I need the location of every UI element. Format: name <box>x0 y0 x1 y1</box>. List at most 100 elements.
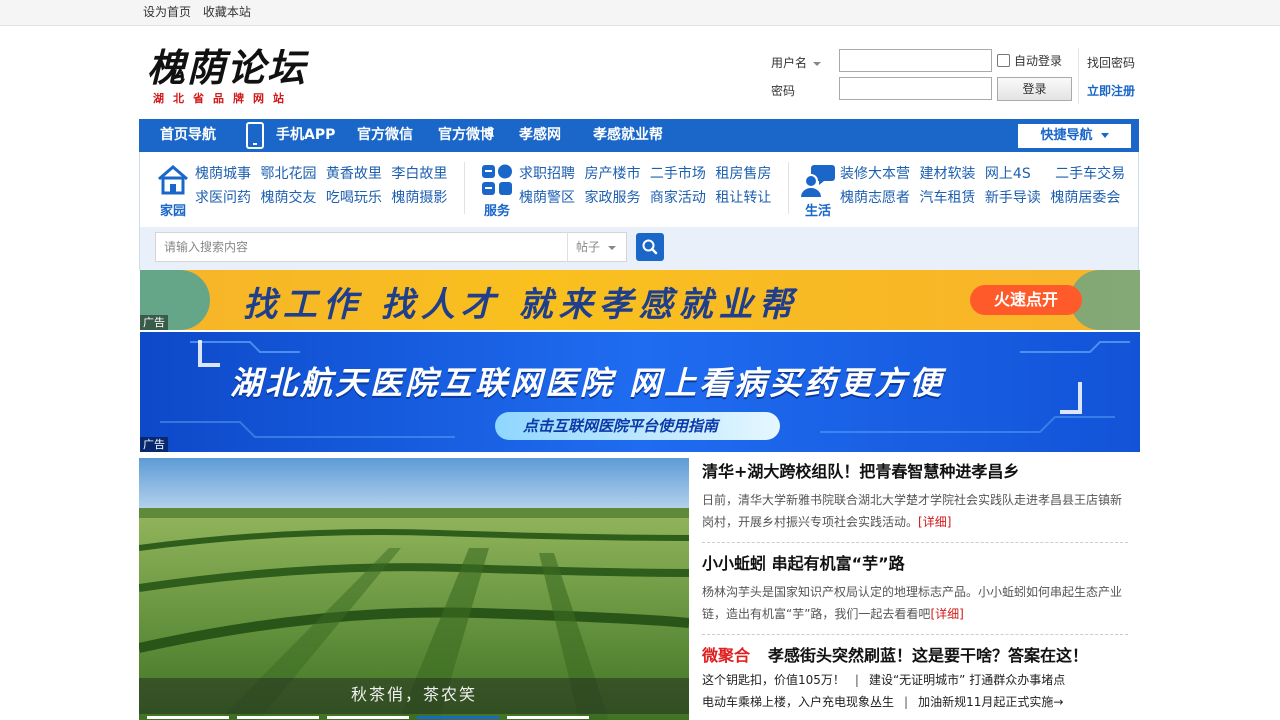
news-summary: 杨林沟芋头是国家知识产权局认定的地理标志产品。小小蚯蚓如何串起生态产业链，造出有… <box>702 581 1128 625</box>
nav-item-xiaogan[interactable]: 孝感网 <box>519 119 561 152</box>
category-link[interactable]: 二手车交易 <box>1055 166 1125 182</box>
news-link[interactable]: 建设“无证明城市” 打通群众办事堵点 <box>869 673 1065 687</box>
news-more-link[interactable]: [详细] <box>918 515 951 529</box>
top-bar: 设为首页 收藏本站 <box>0 0 1280 26</box>
quick-nav-dropdown[interactable]: 快捷导航 <box>1018 124 1131 148</box>
auto-login-checkbox[interactable]: 自动登录 <box>997 52 1062 69</box>
category-group-services: 服务 求职招聘 房产楼市 二手市场 租房售房 槐荫警区 家政服务 商家活动 租让… <box>479 158 779 220</box>
news-summary: 日前，清华大学新雅书院联合湖北大学楚才学院社会实践队走进孝昌县王店镇新岗村，开展… <box>702 489 1128 533</box>
header: 槐荫论坛 湖北省品牌网站 用户名 密码 自动登录 登录 找回密码 立即注册 <box>139 26 1139 119</box>
auto-login-label: 自动登录 <box>1014 54 1063 68</box>
category-link[interactable]: 汽车租赁 <box>919 190 975 206</box>
slideshow-caption: 秋茶俏，茶农笑 <box>139 678 689 714</box>
content-area: 秋茶俏，茶农笑 清华+湖大跨校组队！把青春智慧种进孝昌乡 日前，清华大学新雅书院… <box>139 458 1139 720</box>
username-label[interactable]: 用户名 <box>771 54 822 71</box>
grid-apps-icon[interactable]: 服务 <box>479 162 515 219</box>
category-link[interactable]: 求医问药 <box>195 190 251 206</box>
slideshow[interactable]: 秋茶俏，茶农笑 <box>139 458 689 720</box>
category-link[interactable]: 槐荫摄影 <box>391 190 447 206</box>
news-summary-text: 杨林沟芋头是国家知识产权局认定的地理标志产品。小小蚯蚓如何串起生态产业链，造出有… <box>702 585 1123 621</box>
ad-label: 广告 <box>140 437 168 452</box>
ad-cta-button[interactable]: 点击互联网医院平台使用指南 <box>495 412 780 440</box>
ad-label: 广告 <box>140 315 168 330</box>
slide-indicator[interactable] <box>237 716 319 719</box>
slide-indicator[interactable] <box>507 716 589 719</box>
register-link[interactable]: 立即注册 <box>1087 82 1135 99</box>
category-link[interactable]: 装修大本营 <box>840 166 910 182</box>
divider <box>702 634 1128 635</box>
news-headline[interactable]: 清华+湖大跨校组队！把青春智慧种进孝昌乡 <box>702 459 1128 485</box>
people-chat-icon[interactable]: 生活 <box>800 162 836 219</box>
nav-item-app[interactable]: 手机APP <box>276 119 335 152</box>
category-link[interactable]: 商家活动 <box>650 190 706 206</box>
news-link[interactable]: 这个钥匙扣，价值105万！ <box>702 673 845 687</box>
weijuhe-label[interactable]: 微聚合 <box>702 646 750 665</box>
ad-headline: 找工作 找人才 就来孝感就业帮 <box>243 285 799 325</box>
search-bar: 请输入搜索内容 帖子 <box>139 227 1139 270</box>
weijuhe-title[interactable]: 孝感街头突然刷蓝！这是要干啥？答案在这！ <box>768 646 1088 665</box>
category-link[interactable]: 房产楼市 <box>584 166 640 182</box>
weijuhe-headline: 微聚合 孝感街头突然刷蓝！这是要干啥？答案在这！ <box>702 643 1128 669</box>
set-home-link[interactable]: 设为首页 <box>143 5 191 19</box>
search-scope-label: 帖子 <box>576 240 601 254</box>
search-scope-select[interactable]: 帖子 <box>567 232 627 262</box>
slide-indicator[interactable] <box>327 716 409 719</box>
category-group-home: 家园 槐荫城事 鄂北花园 黄香故里 李白故里 求医问药 槐荫交友 吃喝玩乐 槐荫… <box>155 158 455 220</box>
nav-item-jobs[interactable]: 孝感就业帮 <box>593 119 663 152</box>
nav-item-home[interactable]: 首页导航 <box>160 119 216 152</box>
search-input[interactable]: 请输入搜索内容 <box>155 232 568 262</box>
slide-indicator[interactable] <box>417 716 499 719</box>
chevron-down-icon <box>608 245 617 250</box>
password-input[interactable] <box>839 77 992 100</box>
divider <box>464 162 465 214</box>
news-link-row: 这个钥匙扣，价值105万！ | 建设“无证明城市” 打通群众办事堵点 <box>702 669 1128 691</box>
category-link[interactable]: 李白故里 <box>391 166 447 182</box>
category-links: 求职招聘 房产楼市 二手市场 租房售房 槐荫警区 家政服务 商家活动 租让转让 <box>519 162 776 210</box>
login-form: 用户名 密码 自动登录 登录 找回密码 立即注册 <box>771 48 1141 108</box>
news-headline[interactable]: 小小蚯蚓 串起有机富“芋”路 <box>702 551 1128 577</box>
ad-banner-hospital[interactable]: 湖北航天医院互联网医院 网上看病买药更方便 点击互联网医院平台使用指南 广告 <box>140 332 1140 452</box>
slide-indicator[interactable] <box>147 716 229 719</box>
category-links: 槐荫城事 鄂北花园 黄香故里 李白故里 求医问药 槐荫交友 吃喝玩乐 槐荫摄影 <box>195 162 452 210</box>
login-button[interactable]: 登录 <box>997 77 1072 101</box>
news-more-link[interactable]: [详细] <box>930 607 963 621</box>
mobile-phone-icon <box>246 122 264 149</box>
search-button[interactable] <box>636 233 664 261</box>
logo-brand: 槐荫论坛 <box>147 45 308 90</box>
category-link[interactable]: 二手市场 <box>650 166 706 182</box>
news-link[interactable]: 电动车乘梯上楼，入户充电现象丛生 <box>702 695 894 709</box>
news-summary-text: 日前，清华大学新雅书院联合湖北大学楚才学院社会实践队走进孝昌县王店镇新岗村，开展… <box>702 493 1123 529</box>
news-link[interactable]: 加油新规11月起正式实施→ <box>918 695 1063 709</box>
password-label: 密码 <box>771 84 796 98</box>
ad-cta-button[interactable]: 火速点开 <box>970 285 1082 315</box>
category-link[interactable]: 吃喝玩乐 <box>326 190 382 206</box>
category-link[interactable]: 新手导读 <box>985 190 1041 206</box>
bookmark-link[interactable]: 收藏本站 <box>203 5 251 19</box>
category-link[interactable]: 黄香故里 <box>326 166 382 182</box>
category-link[interactable]: 槐荫警区 <box>519 190 575 206</box>
site-logo[interactable]: 槐荫论坛 湖北省品牌网站 <box>147 46 319 106</box>
category-name: 家园 <box>159 204 186 219</box>
news-link-row: 电动车乘梯上楼，入户充电现象丛生 | 加油新规11月起正式实施→ <box>702 691 1128 713</box>
category-link[interactable]: 鄂北花园 <box>260 166 316 182</box>
category-link[interactable]: 槐荫城事 <box>195 166 251 182</box>
ad-banner-jobs[interactable]: 找工作 找人才 就来孝感就业帮 火速点开 广告 <box>140 270 1140 330</box>
separator: | <box>854 673 859 687</box>
category-link[interactable]: 家政服务 <box>584 190 640 206</box>
ad-headline: 湖北航天医院互联网医院 网上看病买药更方便 <box>230 364 945 402</box>
category-link[interactable]: 建材软装 <box>919 166 975 182</box>
category-link[interactable]: 网上4S <box>985 166 1031 182</box>
category-link[interactable]: 槐荫居委会 <box>1050 190 1120 206</box>
category-link[interactable]: 槐荫志愿者 <box>840 190 910 206</box>
home-icon[interactable]: 家园 <box>155 162 191 219</box>
category-link[interactable]: 租让转让 <box>715 190 771 206</box>
forgot-password-link[interactable]: 找回密码 <box>1087 54 1135 71</box>
nav-item-wechat[interactable]: 官方微信 <box>357 119 413 152</box>
category-link[interactable]: 槐荫交友 <box>260 190 316 206</box>
category-group-life: 生活 装修大本营 建材软装 网上4S 二手车交易 槐荫志愿者 汽车租赁 新手导读… <box>800 158 1130 220</box>
category-links: 装修大本营 建材软装 网上4S 二手车交易 槐荫志愿者 汽车租赁 新手导读 槐荫… <box>840 162 1130 210</box>
nav-item-weibo[interactable]: 官方微博 <box>438 119 494 152</box>
username-input[interactable] <box>839 49 992 72</box>
category-link[interactable]: 求职招聘 <box>519 166 575 182</box>
category-link[interactable]: 租房售房 <box>715 166 771 182</box>
